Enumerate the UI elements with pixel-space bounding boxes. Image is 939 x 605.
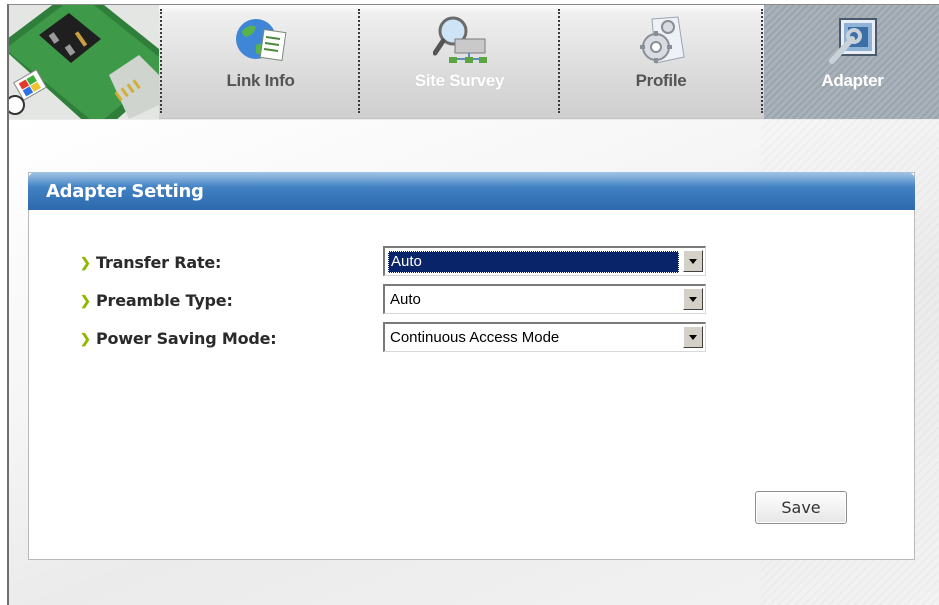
field-preamble-type: ❯ Preamble Type: [80, 288, 360, 316]
dropdown-arrow-icon[interactable] [683, 288, 703, 310]
select-value: Auto [388, 251, 679, 273]
globe-document-icon [234, 13, 288, 67]
tab-profile[interactable]: Profile [561, 5, 761, 119]
power-saving-mode-select[interactable]: Continuous Access Mode [383, 322, 706, 352]
gear-document-icon [634, 13, 688, 67]
bullet-arrow-icon: ❯ [80, 293, 91, 308]
tab-adapter[interactable]: Adapter [764, 5, 939, 119]
top-navigation-bar: Link Info Site Survey Profile Adapter [9, 5, 939, 119]
panel-title: Adapter Setting [46, 181, 204, 202]
tab-label: Site Survey [414, 71, 505, 90]
field-label: Preamble Type: [96, 291, 233, 310]
tab-label: Profile [635, 71, 687, 90]
adapter-wrench-icon [826, 13, 880, 67]
field-power-saving-mode: ❯ Power Saving Mode: [80, 326, 360, 354]
select-value: Auto [390, 291, 421, 308]
field-label: Transfer Rate: [96, 253, 222, 272]
transfer-rate-select[interactable]: Auto [383, 246, 706, 276]
field-label: Power Saving Mode: [96, 329, 277, 348]
nav-separator [160, 9, 162, 113]
nav-separator [558, 9, 560, 113]
dropdown-arrow-icon[interactable] [683, 326, 703, 348]
product-logo [9, 5, 159, 119]
tab-site-survey[interactable]: Site Survey [361, 5, 558, 119]
nav-separator [358, 9, 360, 113]
nav-separator [761, 9, 763, 113]
bullet-arrow-icon: ❯ [80, 331, 91, 346]
magnifier-network-icon [432, 13, 487, 67]
tab-label: Adapter [821, 71, 884, 90]
tab-label: Link Info [226, 71, 295, 90]
save-button[interactable]: Save [755, 491, 847, 524]
dropdown-arrow-icon[interactable] [683, 250, 703, 272]
tab-link-info[interactable]: Link Info [163, 5, 358, 119]
preamble-type-select[interactable]: Auto [383, 284, 706, 314]
panel-header: Adapter Setting [28, 172, 915, 210]
select-value: Continuous Access Mode [390, 329, 560, 346]
field-transfer-rate: ❯ Transfer Rate: [80, 250, 360, 278]
bullet-arrow-icon: ❯ [80, 255, 91, 270]
